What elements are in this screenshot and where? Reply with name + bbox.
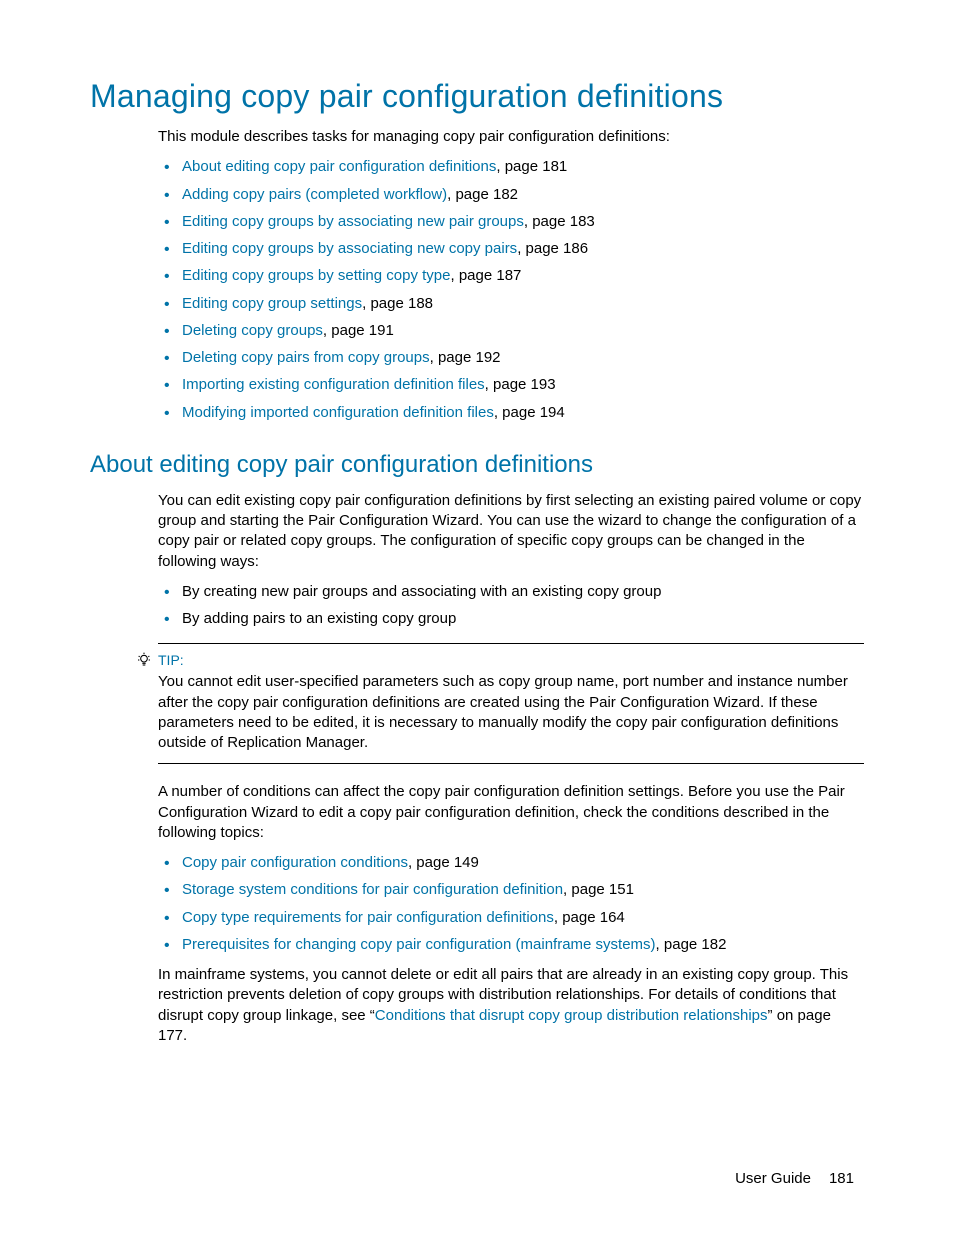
toc-link[interactable]: Modifying imported configuration definit…: [182, 404, 494, 421]
toc-item: Adding copy pairs (completed workflow), …: [158, 185, 864, 205]
toc-page-ref: , page 191: [323, 322, 394, 339]
page-content: Managing copy pair configuration definit…: [0, 0, 954, 1235]
toc-page-ref: , page 186: [517, 240, 588, 257]
final-link[interactable]: Conditions that disrupt copy group distr…: [375, 1007, 768, 1024]
tip-block: TIP: You cannot edit user-specified para…: [158, 643, 864, 764]
condition-page-ref: , page 164: [554, 909, 625, 926]
list-item: By creating new pair groups and associat…: [158, 582, 864, 602]
condition-link[interactable]: Storage system conditions for pair confi…: [182, 881, 563, 898]
tip-rule-top: [158, 643, 864, 644]
footer-page-number: 181: [829, 1170, 854, 1187]
intro-text: This module describes tasks for managing…: [158, 127, 864, 147]
footer-label: User Guide: [735, 1170, 811, 1187]
toc-page-ref: , page 181: [496, 158, 567, 175]
section-p2: A number of conditions can affect the co…: [158, 782, 864, 843]
condition-item: Storage system conditions for pair confi…: [158, 880, 864, 900]
toc-page-ref: , page 183: [524, 213, 595, 230]
list-item: By adding pairs to an existing copy grou…: [158, 609, 864, 629]
toc-link[interactable]: Editing copy groups by associating new p…: [182, 213, 524, 230]
ways-list: By creating new pair groups and associat…: [158, 582, 864, 630]
toc-link[interactable]: Editing copy groups by setting copy type: [182, 267, 451, 284]
tip-label: TIP:: [158, 652, 184, 668]
toc-page-ref: , page 188: [362, 295, 433, 312]
toc-item: Deleting copy groups, page 191: [158, 321, 864, 341]
toc-link[interactable]: Deleting copy pairs from copy groups: [182, 349, 430, 366]
section-p1: You can edit existing copy pair configur…: [158, 491, 864, 572]
page-footer: User Guide 181: [735, 1170, 854, 1187]
toc-item: Editing copy groups by associating new c…: [158, 239, 864, 259]
toc-link[interactable]: Deleting copy groups: [182, 322, 323, 339]
final-paragraph: In mainframe systems, you cannot delete …: [158, 965, 864, 1046]
tip-rule-bottom: [158, 763, 864, 764]
condition-link[interactable]: Copy pair configuration conditions: [182, 854, 408, 871]
toc-list: About editing copy pair configuration de…: [158, 157, 864, 423]
toc-item: Editing copy groups by associating new p…: [158, 212, 864, 232]
toc-link[interactable]: Editing copy groups by associating new c…: [182, 240, 517, 257]
condition-link[interactable]: Prerequisites for changing copy pair con…: [182, 936, 656, 953]
lightbulb-icon: [136, 652, 152, 668]
toc-link[interactable]: Editing copy group settings: [182, 295, 362, 312]
condition-item: Copy type requirements for pair configur…: [158, 908, 864, 928]
toc-page-ref: , page 187: [451, 267, 522, 284]
condition-item: Prerequisites for changing copy pair con…: [158, 935, 864, 955]
tip-header: TIP:: [158, 652, 864, 668]
toc-item: Editing copy group settings, page 188: [158, 294, 864, 314]
intro-block: This module describes tasks for managing…: [158, 127, 864, 423]
section-body: You can edit existing copy pair configur…: [158, 491, 864, 1046]
page-title: Managing copy pair configuration definit…: [90, 78, 864, 115]
toc-item: Deleting copy pairs from copy groups, pa…: [158, 348, 864, 368]
condition-page-ref: , page 149: [408, 854, 479, 871]
toc-page-ref: , page 193: [485, 376, 556, 393]
condition-link[interactable]: Copy type requirements for pair configur…: [182, 909, 554, 926]
tip-text: You cannot edit user-specified parameter…: [158, 672, 864, 753]
toc-item: Importing existing configuration definit…: [158, 375, 864, 395]
condition-page-ref: , page 182: [656, 936, 727, 953]
toc-page-ref: , page 192: [430, 349, 501, 366]
condition-item: Copy pair configuration conditions, page…: [158, 853, 864, 873]
condition-page-ref: , page 151: [563, 881, 634, 898]
conditions-list: Copy pair configuration conditions, page…: [158, 853, 864, 955]
toc-link[interactable]: About editing copy pair configuration de…: [182, 158, 496, 175]
toc-item: About editing copy pair configuration de…: [158, 157, 864, 177]
toc-page-ref: , page 194: [494, 404, 565, 421]
toc-item: Editing copy groups by setting copy type…: [158, 266, 864, 286]
toc-link[interactable]: Importing existing configuration definit…: [182, 376, 485, 393]
toc-page-ref: , page 182: [447, 186, 518, 203]
toc-item: Modifying imported configuration definit…: [158, 403, 864, 423]
section-title-about-editing: About editing copy pair configuration de…: [90, 451, 864, 479]
toc-link[interactable]: Adding copy pairs (completed workflow): [182, 186, 447, 203]
